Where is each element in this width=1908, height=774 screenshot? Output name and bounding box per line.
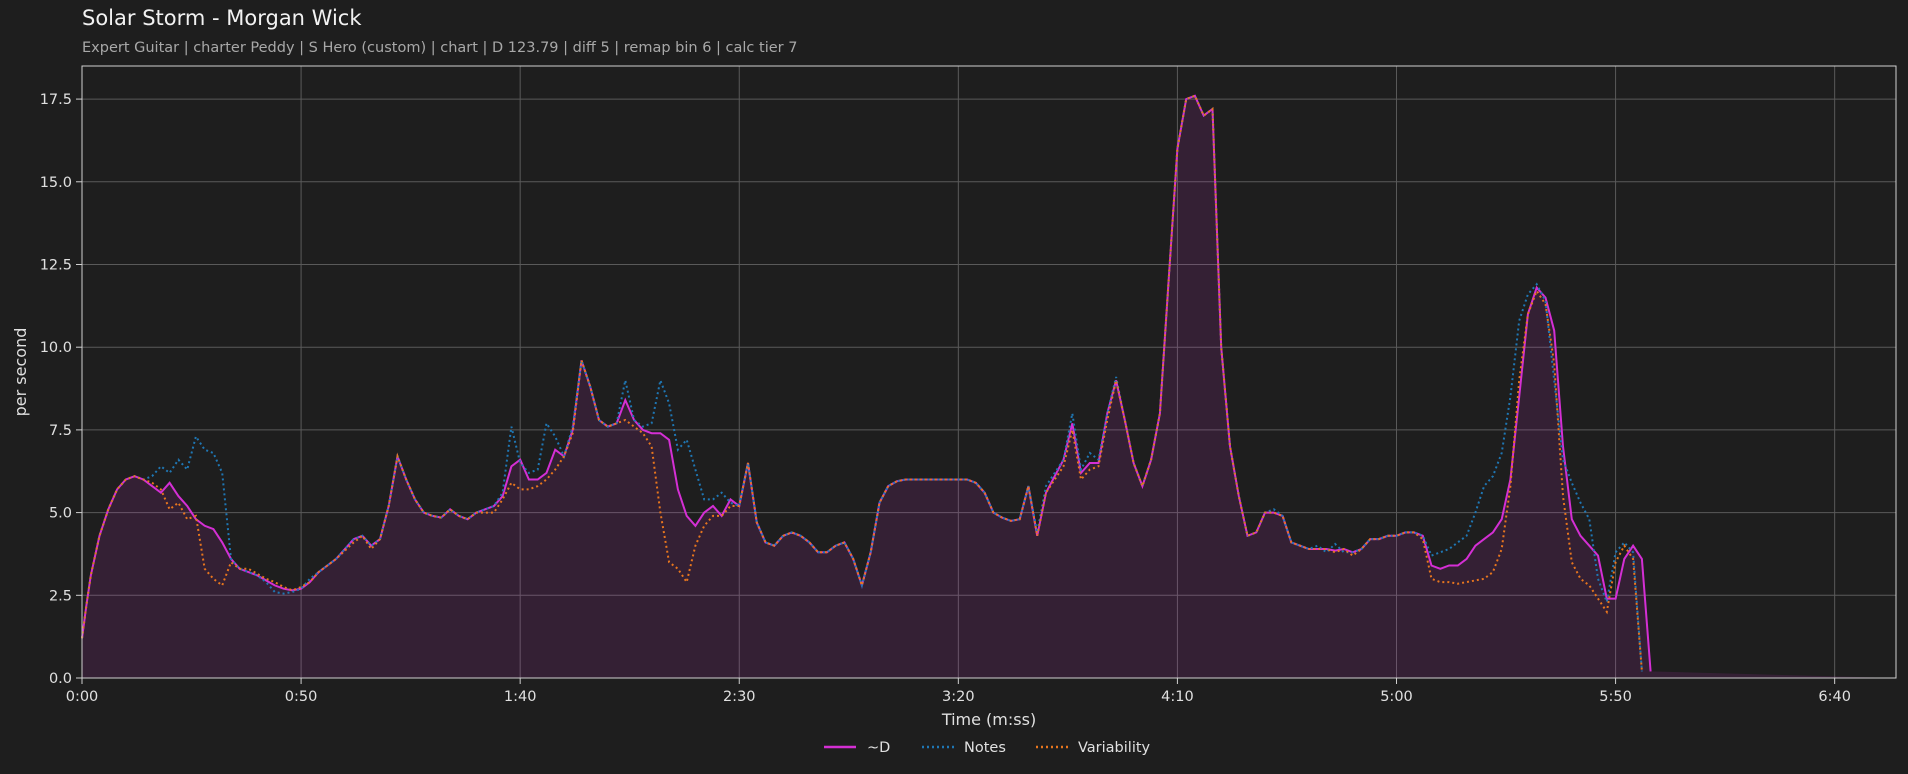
x-tick-label: 5:50 [1599,689,1632,705]
y-axis: 0.0 2.5 5.0 7.5 10.0 12.5 15.0 17.5 [40,92,82,687]
x-tick-label: 4:10 [1161,689,1194,705]
x-tick-label: 2:30 [723,689,756,705]
y-tick-label: 2.5 [49,588,72,604]
x-tick-label: 3:20 [942,689,975,705]
y-tick-label: 15.0 [40,175,72,191]
chart: 0:00 0:50 1:40 2:30 3:20 4:10 5:00 5:50 6:40 0.0… [11,65,1897,756]
series-area-d [82,95,1896,679]
legend-label-d: ~D [867,740,890,756]
y-tick-label: 10.0 [40,340,72,356]
legend: ~D Notes Variability [824,740,1151,756]
x-tick-label: 0:50 [285,689,318,705]
y-tick-label: 0.0 [49,671,72,687]
x-tick-label: 1:40 [504,689,537,705]
x-tick-label: 0:00 [66,689,99,705]
y-tick-label: 17.5 [40,92,72,108]
y-tick-label: 12.5 [40,257,72,273]
y-axis-label: per second [11,328,30,417]
x-tick-label: 5:00 [1380,689,1413,705]
x-axis-label: Time (m:ss) [941,710,1036,729]
legend-label-variability: Variability [1078,740,1151,756]
x-tick-label: 6:40 [1818,689,1851,705]
x-axis: 0:00 0:50 1:40 2:30 3:20 4:10 5:00 5:50 6:40 [66,678,1851,705]
y-tick-label: 5.0 [49,506,72,522]
legend-label-notes: Notes [964,740,1006,756]
y-tick-label: 7.5 [49,423,72,439]
